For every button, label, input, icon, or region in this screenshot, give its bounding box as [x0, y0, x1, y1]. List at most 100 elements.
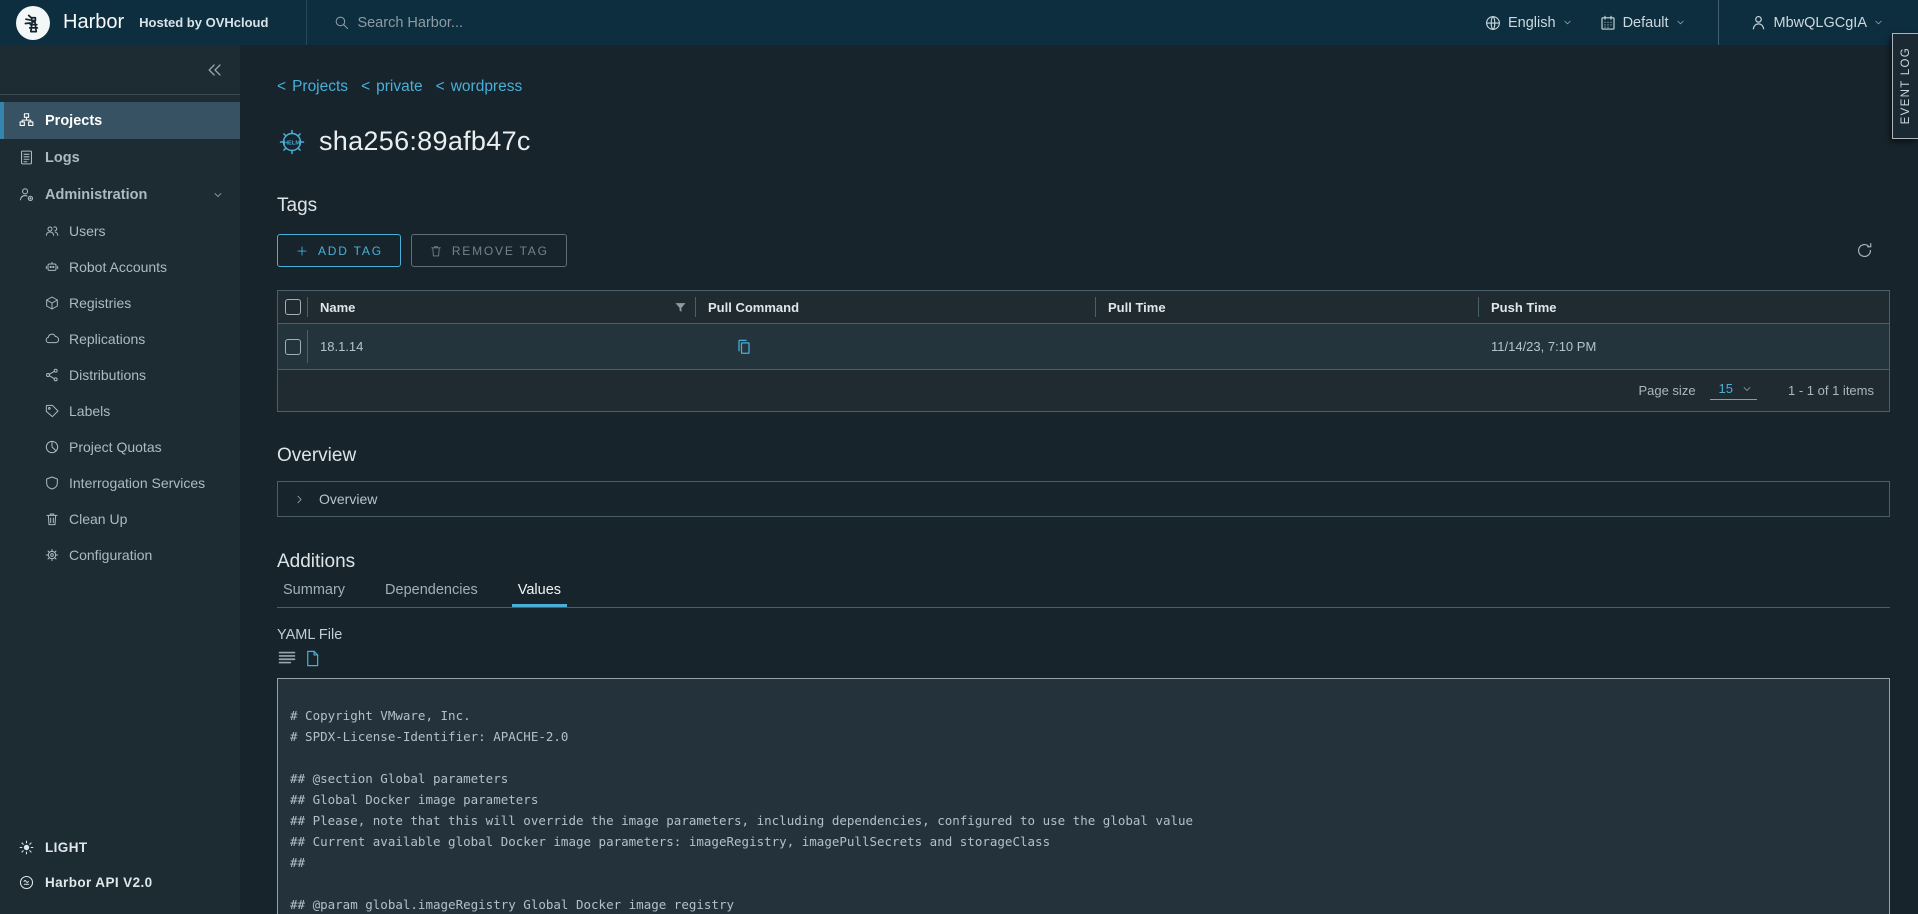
- sidebar-item-clean-up[interactable]: Clean Up: [0, 501, 240, 537]
- breadcrumb-private[interactable]: < private: [361, 78, 423, 96]
- trash-icon: [429, 244, 443, 258]
- side-nav: Projects Logs Administration: [0, 95, 240, 573]
- chevron-right-icon: [293, 493, 306, 506]
- select-all-checkbox[interactable]: [285, 299, 301, 315]
- column-header-name: Name: [308, 291, 696, 323]
- row-checkbox[interactable]: [285, 339, 301, 355]
- tag-icon: [44, 403, 60, 419]
- tab-dependencies[interactable]: Dependencies: [379, 582, 484, 607]
- cube-icon: [44, 295, 60, 311]
- language-menu[interactable]: English: [1484, 14, 1573, 32]
- sidebar-item-label: Project Quotas: [69, 439, 162, 455]
- add-tag-label: ADD TAG: [318, 244, 383, 258]
- event-log-tab[interactable]: EVENT LOG: [1892, 33, 1918, 139]
- breadcrumb-separator: <: [277, 78, 286, 96]
- pie-chart-icon: [44, 439, 60, 455]
- yaml-view-toggles: [277, 648, 1890, 668]
- helm-chart-icon: HELM: [277, 127, 307, 157]
- add-tag-button[interactable]: ADD TAG: [277, 234, 401, 267]
- sidebar-item-replications[interactable]: Replications: [0, 321, 240, 357]
- sidebar-item-label: Labels: [69, 403, 110, 419]
- tag-name: 18.1.14: [320, 339, 363, 354]
- sidebar-item-label: Administration: [45, 187, 147, 203]
- global-search: [306, 0, 677, 45]
- refresh-icon[interactable]: [1855, 241, 1874, 260]
- filter-icon[interactable]: [673, 300, 688, 315]
- select-all-cell: [278, 291, 308, 323]
- yaml-content[interactable]: # Copyright VMware, Inc. # SPDX-License-…: [277, 678, 1890, 914]
- user-menu[interactable]: MbwQLGCgIA: [1718, 0, 1918, 45]
- sidebar-item-label: Replications: [69, 331, 145, 347]
- column-header-pull-time: Pull Time: [1096, 291, 1479, 323]
- document-icon: [18, 149, 35, 166]
- theme-toggle-label: LIGHT: [45, 840, 88, 855]
- sidebar-item-interrogation-services[interactable]: Interrogation Services: [0, 465, 240, 501]
- sidebar-item-users[interactable]: Users: [0, 213, 240, 249]
- overview-accordion[interactable]: Overview: [277, 481, 1890, 517]
- list-view-icon[interactable]: [277, 648, 297, 668]
- chevron-down-icon: [1562, 17, 1573, 28]
- org-chart-icon: [18, 112, 35, 129]
- additions-tabs: Summary Dependencies Values: [277, 582, 1890, 608]
- sidebar-item-administration[interactable]: Administration: [0, 176, 240, 213]
- sidebar-item-label: Registries: [69, 295, 131, 311]
- trash-icon: [44, 511, 60, 527]
- plus-icon: [295, 244, 309, 258]
- sidebar-item-project-quotas[interactable]: Project Quotas: [0, 429, 240, 465]
- sidebar-item-label: Robot Accounts: [69, 259, 167, 275]
- overview-panel-label: Overview: [319, 491, 377, 507]
- column-label: Name: [320, 300, 355, 315]
- breadcrumb-wordpress[interactable]: < wordpress: [436, 78, 523, 96]
- app-header: Harbor Hosted by OVHcloud English Defaul…: [0, 0, 1918, 45]
- sidebar-item-labels[interactable]: Labels: [0, 393, 240, 429]
- sidebar-item-distributions[interactable]: Distributions: [0, 357, 240, 393]
- sidebar-item-label: Users: [69, 223, 106, 239]
- sidebar-item-configuration[interactable]: Configuration: [0, 537, 240, 573]
- copy-icon[interactable]: [734, 337, 754, 357]
- sidebar-item-logs[interactable]: Logs: [0, 139, 240, 176]
- chevron-down-icon: [1873, 17, 1884, 28]
- sidebar-collapse-row: [0, 45, 240, 95]
- theme-toggle[interactable]: LIGHT: [0, 830, 240, 865]
- tags-toolbar: ADD TAG REMOVE TAG: [277, 234, 1890, 267]
- remove-tag-label: REMOVE TAG: [452, 244, 549, 258]
- harbor-api-link[interactable]: Harbor API V2.0: [0, 865, 240, 900]
- language-label: English: [1508, 15, 1556, 31]
- tab-summary[interactable]: Summary: [277, 582, 351, 607]
- table-header-row: Name Pull Command Pull Time Push Time: [278, 291, 1889, 324]
- page-title: sha256:89afb47c: [319, 126, 531, 157]
- page-size-value: 15: [1719, 381, 1733, 396]
- registry-menu[interactable]: Default: [1599, 14, 1686, 32]
- search-input[interactable]: [357, 15, 677, 31]
- brand[interactable]: Harbor Hosted by OVHcloud: [0, 6, 268, 40]
- sidebar-footer: LIGHT Harbor API V2.0: [0, 830, 240, 914]
- registry-label: Default: [1623, 15, 1669, 31]
- sidebar-item-robot-accounts[interactable]: Robot Accounts: [0, 249, 240, 285]
- page-size-select[interactable]: 15: [1710, 381, 1757, 400]
- sun-icon: [18, 839, 35, 856]
- collapse-sidebar-icon[interactable]: [205, 60, 225, 80]
- remove-tag-button[interactable]: REMOVE TAG: [411, 234, 567, 267]
- sidebar-item-label: Projects: [45, 113, 102, 129]
- additions-heading: Additions: [277, 551, 1890, 573]
- push-time-cell: 11/14/23, 7:10 PM: [1479, 324, 1889, 369]
- harbor-logo-icon: [16, 6, 50, 40]
- artifact-title-row: HELM sha256:89afb47c: [277, 126, 1890, 157]
- push-time: 11/14/23, 7:10 PM: [1491, 339, 1596, 354]
- sidebar-item-label: Distributions: [69, 367, 146, 383]
- robot-icon: [44, 259, 60, 275]
- sidebar-item-projects[interactable]: Projects: [0, 102, 240, 139]
- search-icon: [333, 14, 350, 31]
- breadcrumb-projects[interactable]: < Projects: [277, 78, 348, 96]
- file-view-icon[interactable]: [303, 649, 322, 668]
- column-label: Pull Command: [708, 300, 799, 315]
- cloud-icon: [44, 331, 60, 347]
- breadcrumb-separator: <: [436, 78, 445, 96]
- breadcrumb: < Projects < private < wordpress: [277, 78, 1890, 96]
- admin-user-gear-icon: [18, 186, 35, 203]
- column-label: Pull Time: [1108, 300, 1166, 315]
- api-icon: [18, 874, 35, 891]
- sidebar-item-registries[interactable]: Registries: [0, 285, 240, 321]
- users-icon: [44, 223, 60, 239]
- tab-values[interactable]: Values: [512, 582, 567, 607]
